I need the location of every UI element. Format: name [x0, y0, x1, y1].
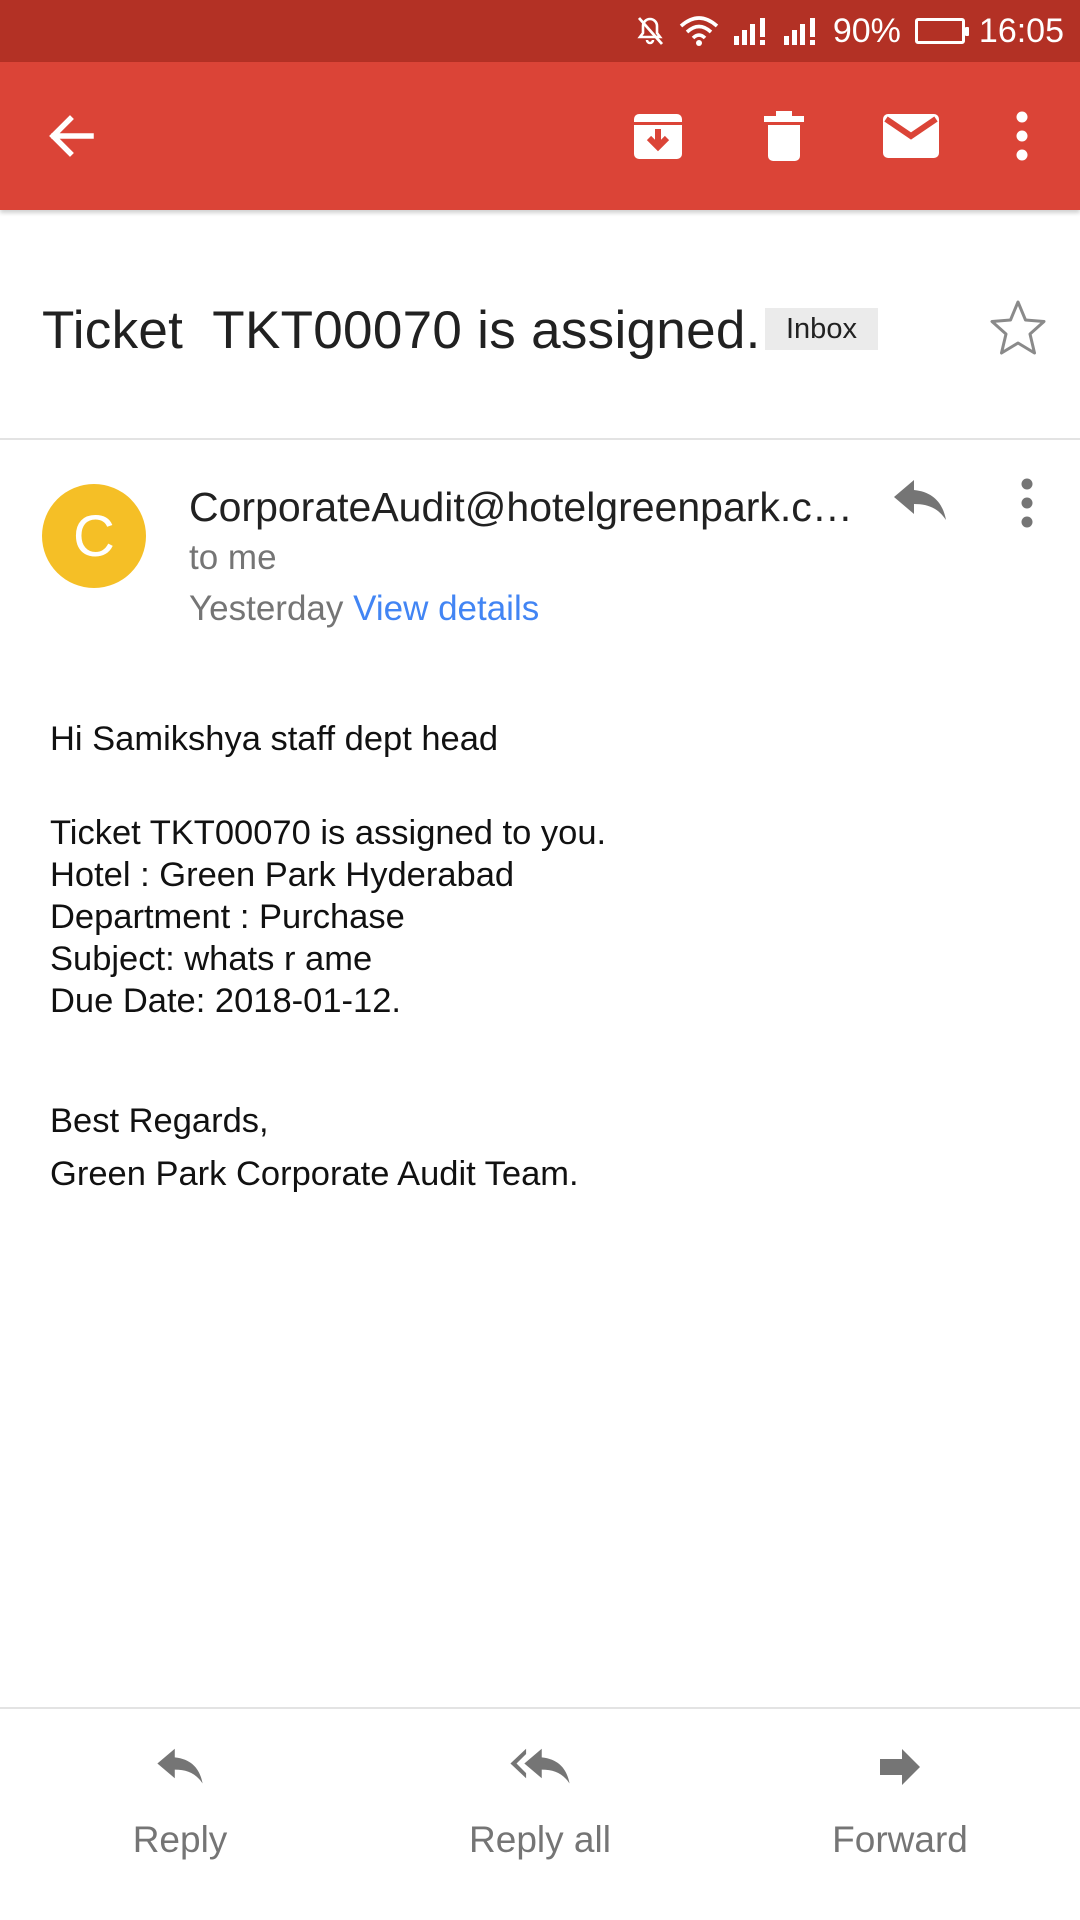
bottom-action-bar: Reply Reply all Forward: [0, 1707, 1080, 1920]
forward-button[interactable]: Forward: [790, 1747, 1010, 1877]
star-outline-icon: [990, 300, 1046, 355]
inbox-label-chip[interactable]: Inbox: [765, 308, 878, 350]
subject-title: Ticket TKT00070 is assigned.: [42, 301, 761, 360]
subject-header: Ticket TKT00070 is assigned. Inbox: [0, 212, 1080, 440]
body-line: Due Date: 2018-01-12.: [50, 982, 401, 1020]
reply-all-button[interactable]: Reply all: [430, 1747, 650, 1877]
wifi-icon: [679, 16, 719, 46]
status-icons: 90% 16:05: [635, 0, 1064, 62]
body-line: Hotel : Green Park Hyderabad: [50, 856, 515, 894]
mark-unread-button[interactable]: [873, 98, 949, 174]
mark-unread-icon: [883, 114, 939, 158]
reply-button-header[interactable]: [892, 478, 958, 544]
forward-icon: [880, 1749, 920, 1785]
archive-icon: [634, 114, 682, 159]
email-date: Yesterday: [189, 589, 344, 628]
avatar[interactable]: C: [42, 484, 146, 588]
status-bar: 90% 16:05: [0, 0, 1080, 62]
date-line: Yesterday View details: [189, 589, 539, 629]
sender-row: C CorporateAudit@hotelgreenpark.com to m…: [0, 442, 1080, 662]
delete-button[interactable]: [746, 98, 822, 174]
view-details-link[interactable]: View details: [353, 589, 539, 628]
avatar-letter: C: [73, 503, 115, 569]
signature-line: Green Park Corporate Audit Team.: [50, 1155, 579, 1193]
signal-icon: [733, 16, 769, 46]
mute-icon: [635, 15, 665, 47]
battery-percent: 90%: [832, 11, 901, 50]
email-body: Hi Samikshya staff dept head Ticket TKT0…: [50, 718, 1030, 1201]
reply-all-label: Reply all: [469, 1819, 611, 1860]
signature-line: Best Regards,: [50, 1102, 269, 1140]
archive-button[interactable]: [620, 98, 696, 174]
sender-email[interactable]: CorporateAudit@hotelgreenpark.com: [189, 484, 859, 531]
reply-button[interactable]: Reply: [70, 1747, 290, 1877]
clock: 16:05: [978, 11, 1064, 50]
back-arrow-icon: [49, 115, 94, 157]
recipient-line: to me: [189, 538, 277, 577]
reply-icon: [157, 1748, 203, 1784]
reply-label: Reply: [132, 1819, 228, 1860]
body-line: Ticket TKT00070 is assigned to you.: [50, 814, 607, 852]
greeting: Hi Samikshya staff dept head: [50, 720, 499, 758]
more-options-button[interactable]: [984, 98, 1060, 174]
signal-icon: [783, 16, 819, 46]
app-bar: [0, 62, 1080, 210]
reply-all-icon: [510, 1748, 570, 1784]
body-line: Department : Purchase: [50, 898, 405, 936]
battery-icon: [914, 18, 969, 44]
more-vert-icon: [1021, 478, 1033, 528]
more-vert-icon: [1016, 111, 1028, 161]
reply-icon: [894, 480, 946, 520]
forward-label: Forward: [832, 1819, 968, 1860]
star-button[interactable]: [988, 298, 1048, 358]
body-line: Subject: whats r ame: [50, 940, 373, 978]
message-more-button[interactable]: [1000, 478, 1056, 544]
back-button[interactable]: [33, 98, 109, 174]
delete-icon: [764, 111, 804, 161]
